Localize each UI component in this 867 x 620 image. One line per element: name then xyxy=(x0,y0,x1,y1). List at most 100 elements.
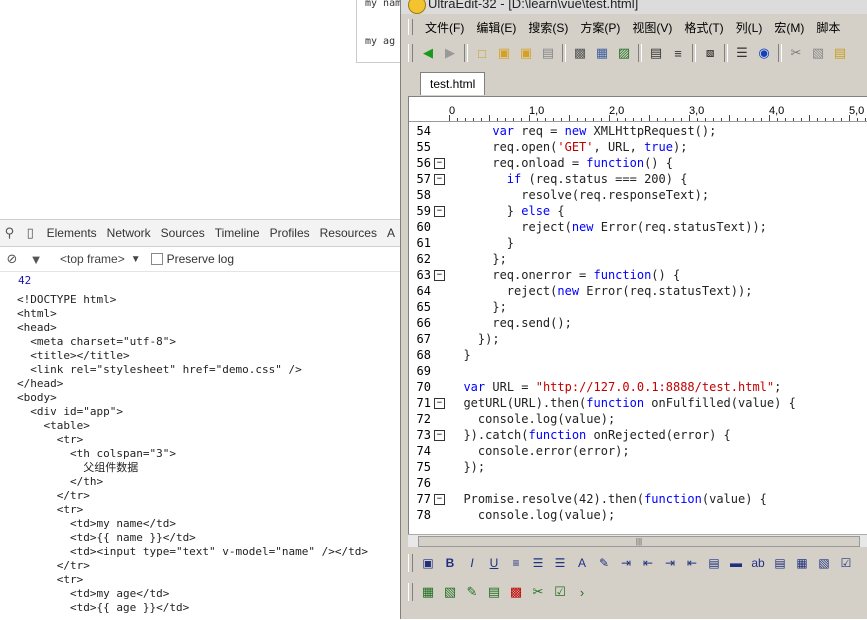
code-line[interactable]: 72 console.log(value); xyxy=(409,411,867,427)
toolbar-grip[interactable] xyxy=(408,554,413,572)
forward-icon[interactable]: ▶ xyxy=(441,44,459,62)
menu-format[interactable]: 格式(T) xyxy=(678,19,729,36)
tab-profiles[interactable]: Profiles xyxy=(265,226,315,240)
font-icon[interactable]: A xyxy=(573,554,591,572)
format-icon[interactable]: ▣ xyxy=(419,554,437,572)
outdent-icon[interactable]: ⇤ xyxy=(639,554,657,572)
merge-icon[interactable]: ▧ xyxy=(815,554,833,572)
menu-script[interactable]: 脚本 xyxy=(810,19,846,36)
code-line[interactable]: 71− getURL(URL).then(function onFulfille… xyxy=(409,395,867,411)
tab-sources[interactable]: Sources xyxy=(156,226,210,240)
validate-icon[interactable]: ☑ xyxy=(551,583,569,601)
tab-audits[interactable]: A xyxy=(382,226,400,240)
copy-page-icon[interactable]: ▧ xyxy=(441,583,459,601)
code-line[interactable]: 66 req.send(); xyxy=(409,315,867,331)
open-icon[interactable]: ▣ xyxy=(495,44,513,62)
web-icon[interactable]: ◉ xyxy=(755,44,773,62)
wrap-icon[interactable]: ≡ xyxy=(669,44,687,62)
tab-resources[interactable]: Resources xyxy=(315,226,382,240)
frame-selector[interactable]: <top frame> xyxy=(60,252,125,266)
rule-icon[interactable]: ▬ xyxy=(727,554,745,572)
outdent2-icon[interactable]: ⇤ xyxy=(683,554,701,572)
document-icon[interactable]: ▤ xyxy=(647,44,665,62)
fold-toggle-icon[interactable]: − xyxy=(434,430,445,441)
new-file-icon[interactable]: □ xyxy=(473,44,491,62)
edit-icon[interactable]: ✎ xyxy=(463,583,481,601)
tab-test-html[interactable]: test.html xyxy=(420,72,486,95)
code-line[interactable]: 58 resolve(req.responseText); xyxy=(409,187,867,203)
fold-toggle-icon[interactable]: − xyxy=(434,270,445,281)
counter-icon[interactable]: ▩ xyxy=(507,583,525,601)
code-line[interactable]: 57− if (req.status === 200) { xyxy=(409,171,867,187)
fold-toggle-icon[interactable]: − xyxy=(434,206,445,217)
code-line[interactable]: 69 xyxy=(409,363,867,379)
spell-icon[interactable]: ▨ xyxy=(615,44,633,62)
draw-icon[interactable]: ✎ xyxy=(595,554,613,572)
code-line[interactable]: 54 var req = new XMLHttpRequest(); xyxy=(409,123,867,139)
filter-icon[interactable]: ▼ xyxy=(28,252,44,267)
check-icon[interactable]: ☑ xyxy=(837,554,855,572)
open-folder-icon[interactable]: ▣ xyxy=(517,44,535,62)
tab-elements[interactable]: Elements xyxy=(42,226,102,240)
code-line[interactable]: 77− Promise.resolve(42).then(function(va… xyxy=(409,491,867,507)
code-line[interactable]: 76 xyxy=(409,475,867,491)
align-icon[interactable]: ≡ xyxy=(507,554,525,572)
preserve-log-checkbox[interactable] xyxy=(150,253,163,265)
form-icon[interactable]: ▤ xyxy=(705,554,723,572)
fold-toggle-icon[interactable]: − xyxy=(434,494,445,505)
cell-icon[interactable]: ▦ xyxy=(793,554,811,572)
code-line[interactable]: 61 } xyxy=(409,235,867,251)
indent2-icon[interactable]: ⇥ xyxy=(661,554,679,572)
fold-toggle-icon[interactable]: − xyxy=(434,174,445,185)
underline-icon[interactable]: U xyxy=(485,554,503,572)
bullet-list-icon[interactable]: ☰ xyxy=(529,554,547,572)
toolbar-grip[interactable] xyxy=(408,583,413,601)
cut-icon[interactable]: ✂ xyxy=(787,44,805,62)
menu-edit[interactable]: 编辑(E) xyxy=(470,19,522,36)
grid-icon[interactable]: ▦ xyxy=(419,583,437,601)
menu-project[interactable]: 方案(P) xyxy=(574,19,626,36)
print-preview-icon[interactable]: ▦ xyxy=(593,44,611,62)
fold-toggle-icon[interactable]: − xyxy=(434,158,445,169)
device-mode-icon[interactable]: ▯ xyxy=(25,225,36,241)
menu-file[interactable]: 文件(F) xyxy=(419,19,470,36)
fold-toggle-icon[interactable]: − xyxy=(434,398,445,409)
toolbar-grip[interactable] xyxy=(408,19,413,35)
code-line[interactable]: 74 console.error(error); xyxy=(409,443,867,459)
code-line[interactable]: 75 }); xyxy=(409,459,867,475)
chevron-down-icon[interactable]: ▼ xyxy=(131,254,141,265)
toolbar-grip[interactable] xyxy=(408,44,413,62)
editor-area[interactable]: 0 1,0 2,0 3,0 4,0 5,0 54 var req = new XMLHtt… xyxy=(408,96,867,536)
script-icon[interactable]: ✂ xyxy=(529,583,547,601)
code-line[interactable]: 59− } else { xyxy=(409,203,867,219)
clear-console-icon[interactable]: ⊘ xyxy=(4,251,20,267)
menu-macro[interactable]: 宏(M) xyxy=(768,19,810,36)
copy-icon[interactable]: ▧ xyxy=(809,44,827,62)
code-line[interactable]: 62 }; xyxy=(409,251,867,267)
search-icon[interactable]: ⚲ xyxy=(4,225,15,241)
code-line[interactable]: 64 reject(new Error(req.statusText)); xyxy=(409,283,867,299)
save-icon[interactable]: ▤ xyxy=(539,44,557,62)
horizontal-scrollbar[interactable]: ||| xyxy=(408,534,867,547)
textfield-icon[interactable]: ab xyxy=(749,554,767,572)
code-line[interactable]: 73− }).catch(function onRejected(error) … xyxy=(409,427,867,443)
tab-network[interactable]: Network xyxy=(102,226,156,240)
tab-timeline[interactable]: Timeline xyxy=(210,226,265,240)
menu-column[interactable]: 列(L) xyxy=(730,19,769,36)
back-icon[interactable]: ◀ xyxy=(419,44,437,62)
code-line[interactable]: 78 console.log(value); xyxy=(409,507,867,523)
numbered-list-icon[interactable]: ☰ xyxy=(551,554,569,572)
code-line[interactable]: 63− req.onerror = function() { xyxy=(409,267,867,283)
code-line[interactable]: 60 reject(new Error(req.statusText)); xyxy=(409,219,867,235)
paste-icon[interactable]: ▤ xyxy=(831,44,849,62)
code-line[interactable]: 70 var URL = "http://127.0.0.1:8888/test… xyxy=(409,379,867,395)
code-line[interactable]: 67 }); xyxy=(409,331,867,347)
code-line[interactable]: 56− req.onload = function() { xyxy=(409,155,867,171)
print-icon[interactable]: ▩ xyxy=(571,44,589,62)
scrollbar-thumb[interactable]: ||| xyxy=(418,536,860,547)
menu-search[interactable]: 搜索(S) xyxy=(522,19,574,36)
db-icon[interactable]: ▤ xyxy=(485,583,503,601)
italic-icon[interactable]: I xyxy=(463,554,481,572)
code-line[interactable]: 55 req.open('GET', URL, true); xyxy=(409,139,867,155)
indent-icon[interactable]: ⇥ xyxy=(617,554,635,572)
